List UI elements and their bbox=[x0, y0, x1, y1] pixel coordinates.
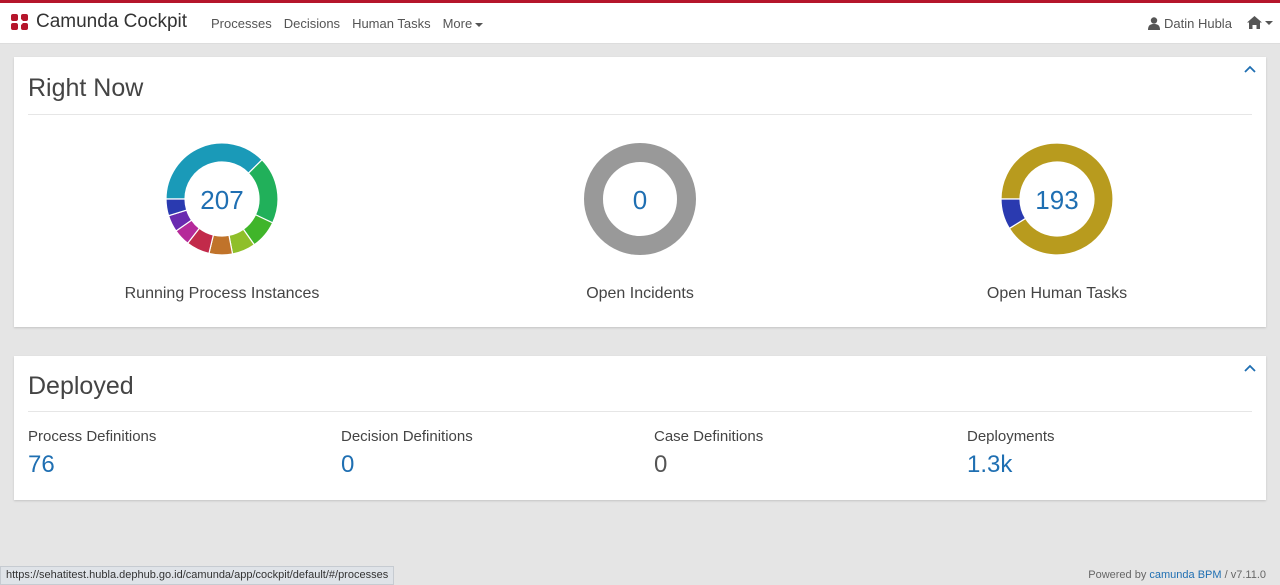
nav-more-dropdown[interactable]: More bbox=[443, 16, 484, 31]
chevron-down-icon bbox=[1265, 20, 1273, 25]
running-instances-count[interactable]: 207 bbox=[72, 185, 372, 216]
process-definitions-stat: Process Definitions 76 bbox=[28, 428, 156, 479]
brand[interactable]: Camunda Cockpit bbox=[10, 11, 187, 33]
user-icon bbox=[1148, 17, 1160, 30]
process-definitions-label: Process Definitions bbox=[28, 428, 157, 445]
chevron-down-icon bbox=[475, 22, 484, 27]
camunda-logo-icon bbox=[11, 14, 28, 30]
decision-definitions-count[interactable]: 0 bbox=[341, 451, 473, 479]
home-menu[interactable] bbox=[1247, 16, 1273, 29]
home-icon bbox=[1247, 16, 1262, 29]
main-nav: Processes Decisions Human Tasks More bbox=[211, 16, 495, 31]
nav-more-label: More bbox=[442, 16, 473, 31]
nav-processes[interactable]: Processes bbox=[211, 16, 272, 31]
running-instances-label: Running Process Instances bbox=[124, 285, 320, 302]
case-definitions-stat: Case Definitions 0 bbox=[654, 428, 763, 479]
deployments-label: Deployments bbox=[967, 428, 1055, 445]
chevron-up-icon[interactable] bbox=[1244, 364, 1256, 372]
right-now-panel: Right Now 207 Running Process Instances … bbox=[14, 57, 1266, 327]
top-navbar: Camunda Cockpit Processes Decisions Huma… bbox=[0, 0, 1280, 44]
open-incidents-count[interactable]: 0 bbox=[490, 185, 790, 216]
deployments-stat: Deployments 1.3k bbox=[967, 428, 1055, 479]
deployed-title: Deployed bbox=[28, 372, 134, 400]
user-menu[interactable]: Datin Hubla bbox=[1148, 16, 1232, 31]
decision-definitions-stat: Decision Definitions 0 bbox=[341, 428, 473, 479]
deployments-count[interactable]: 1.3k bbox=[967, 451, 1055, 479]
app-title: Camunda Cockpit bbox=[36, 11, 188, 32]
open-tasks-count[interactable]: 193 bbox=[907, 185, 1207, 216]
divider bbox=[28, 114, 1252, 115]
chevron-up-icon[interactable] bbox=[1244, 65, 1256, 73]
nav-decisions[interactable]: Decisions bbox=[284, 16, 340, 31]
case-definitions-count: 0 bbox=[654, 451, 668, 478]
right-now-title: Right Now bbox=[28, 74, 144, 102]
user-name: Datin Hubla bbox=[1164, 16, 1232, 31]
open-incidents-label: Open Incidents bbox=[586, 285, 694, 302]
open-tasks-label: Open Human Tasks bbox=[986, 285, 1128, 302]
camunda-bpm-link[interactable]: camunda BPM bbox=[1149, 569, 1221, 581]
decision-definitions-label: Decision Definitions bbox=[341, 428, 473, 445]
footer: Powered by camunda BPM / v7.11.0 bbox=[1088, 569, 1266, 581]
process-definitions-count[interactable]: 76 bbox=[28, 451, 156, 479]
footer-version: / v7.11.0 bbox=[1224, 569, 1266, 581]
browser-status-url: https://sehatitest.hubla.dephub.go.id/ca… bbox=[0, 566, 395, 585]
nav-human-tasks[interactable]: Human Tasks bbox=[352, 16, 431, 31]
case-definitions-label: Case Definitions bbox=[654, 428, 764, 445]
footer-prefix: Powered by bbox=[1088, 569, 1147, 581]
divider bbox=[28, 411, 1252, 412]
deployed-panel: Deployed Process Definitions 76 Decision… bbox=[14, 356, 1266, 500]
